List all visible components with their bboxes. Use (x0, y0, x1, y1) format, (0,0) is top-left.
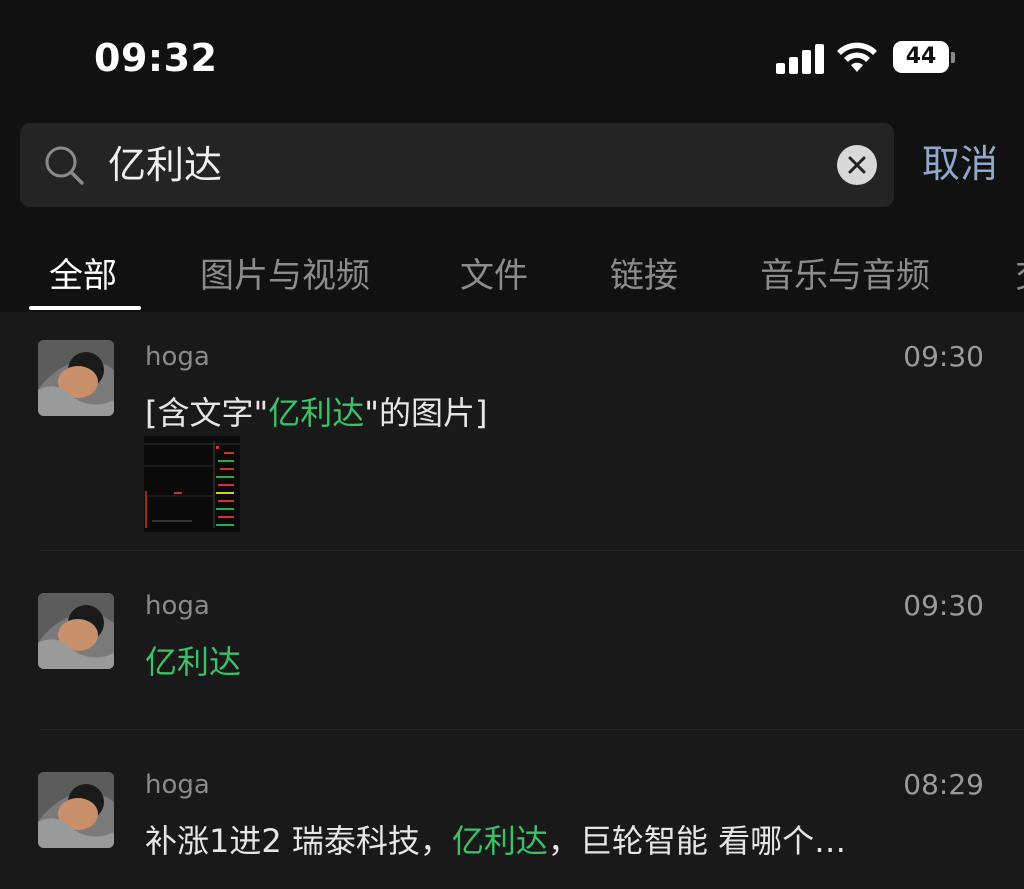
clear-search-button[interactable] (837, 145, 877, 185)
sender-name: hoga (145, 342, 210, 372)
image-thumbnail[interactable] (144, 436, 240, 532)
list-item[interactable]: hoga 09:30 亿利达 (0, 551, 1024, 729)
message-time: 09:30 (903, 340, 984, 373)
close-icon (848, 156, 866, 174)
avatar (38, 593, 114, 669)
message-text: [含文字"亿利达"的图片] (145, 394, 488, 432)
cellular-signal-icon (776, 44, 824, 74)
search-icon (45, 146, 84, 185)
status-time: 09:32 (94, 36, 218, 80)
status-bar: 09:32 44 (0, 0, 1024, 110)
active-tab-indicator (29, 306, 141, 310)
avatar (38, 340, 114, 416)
battery-level: 44 (905, 44, 937, 69)
wifi-icon (837, 42, 877, 72)
keyword-highlight: 亿利达 (268, 394, 365, 432)
cancel-button[interactable]: 取消 (922, 138, 998, 190)
message-time: 08:29 (903, 768, 984, 801)
search-bar[interactable]: 亿利达 (20, 123, 894, 207)
tab-more[interactable]: 交 (1015, 248, 1024, 297)
tab-all[interactable]: 全部 (49, 248, 117, 297)
search-results-list: hoga 09:30 [含文字"亿利达"的图片] hoga 09:30 亿利达 … (0, 312, 1024, 889)
message-text: 补涨1进2 瑞泰科技，亿利达，巨轮智能 看哪个… (145, 822, 847, 860)
battery-icon: 44 (893, 41, 955, 73)
sender-name: hoga (145, 591, 210, 621)
tab-images-videos[interactable]: 图片与视频 (200, 248, 370, 297)
search-input[interactable]: 亿利达 (108, 139, 222, 191)
tab-files[interactable]: 文件 (460, 248, 528, 297)
message-time: 09:30 (903, 589, 984, 622)
filter-tabs: 全部 图片与视频 文件 链接 音乐与音频 交 (0, 240, 1024, 310)
tab-links[interactable]: 链接 (610, 248, 678, 297)
list-item[interactable]: hoga 09:30 [含文字"亿利达"的图片] (0, 312, 1024, 550)
tab-music-audio[interactable]: 音乐与音频 (760, 248, 930, 297)
sender-name: hoga (145, 770, 210, 800)
keyword-highlight: 亿利达 (145, 643, 242, 681)
keyword-highlight: 亿利达 (451, 822, 548, 860)
message-text: 亿利达 (145, 637, 241, 683)
avatar (38, 772, 114, 848)
list-item[interactable]: hoga 08:29 补涨1进2 瑞泰科技，亿利达，巨轮智能 看哪个… (0, 730, 1024, 889)
